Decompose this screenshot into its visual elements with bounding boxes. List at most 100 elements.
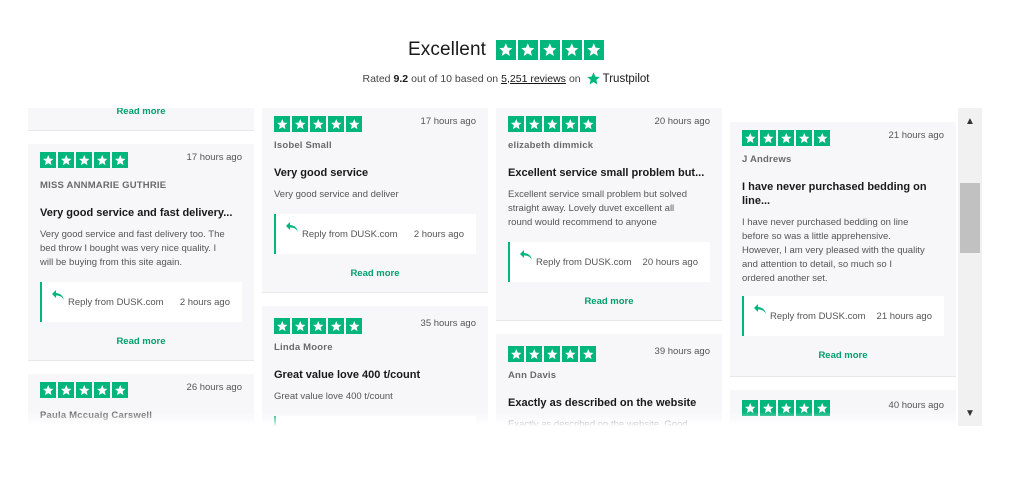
review-author: MISS ANNMARIE GUTHRIE <box>40 180 167 191</box>
star-icon <box>76 382 92 398</box>
review-time: 21 hours ago <box>888 130 944 141</box>
star-icon <box>310 318 326 334</box>
read-more-link[interactable]: Read more <box>262 268 488 279</box>
review-body-line: Very good service and deliver <box>274 189 399 200</box>
star-icon <box>328 116 344 132</box>
review-title[interactable]: Exactly as described on the website <box>508 396 710 410</box>
star-icon <box>274 318 290 334</box>
review-title[interactable]: I have never purchased bedding on line..… <box>742 180 944 208</box>
arrow-down-icon[interactable]: ▼ <box>958 402 982 424</box>
star-icon <box>328 318 344 334</box>
review-body-line: will be buying from this site again. <box>40 257 183 268</box>
company-reply: Reply from DUSK.com 2 hours ago <box>40 282 242 322</box>
star-icon <box>796 130 812 146</box>
reply-time: 21 hours ago <box>876 311 932 322</box>
score-suffix: out of 10 based on <box>411 72 499 85</box>
trustpilot-brand: Trustpilot <box>602 72 650 85</box>
rating-stars <box>496 39 604 60</box>
review-card: 17 hours ago Isobel Small Very good serv… <box>262 108 488 293</box>
review-body: I have never purchased bedding on line b… <box>742 216 944 286</box>
star-icon <box>292 116 308 132</box>
reply-arrow-icon <box>286 222 298 232</box>
review-body-line: Very good service and fast delivery too.… <box>40 229 225 240</box>
reviews-count-link[interactable]: 5,251 reviews <box>501 73 566 85</box>
company-reply: Reply from DUSK.com 21 hours ago <box>742 296 944 336</box>
rating-title: Excellent <box>408 38 486 60</box>
reply-arrow-icon <box>52 290 64 300</box>
star-icon <box>760 400 776 416</box>
star-icon <box>508 116 524 132</box>
review-author: Ann Davis <box>508 370 557 381</box>
star-icon <box>562 346 578 362</box>
star-icon <box>292 318 308 334</box>
star-icon <box>274 116 290 132</box>
rating-score: 9.2 <box>393 72 409 85</box>
star-icon <box>76 152 92 168</box>
star-icon <box>814 130 830 146</box>
review-card: Read more <box>28 108 254 131</box>
star-icon <box>778 130 794 146</box>
trustpilot-header: Excellent Rated 9.2 out of 10 based on 5… <box>0 37 1012 86</box>
reply-label: Reply from DUSK.com <box>68 297 164 308</box>
company-reply: Reply from DUSK.com 2 hours ago <box>274 214 476 254</box>
review-body: Great value love 400 t/count <box>274 390 476 404</box>
review-body-line: round would recommend to anyone <box>508 217 657 228</box>
star-icon <box>742 400 758 416</box>
review-author: elizabeth dimmick <box>508 140 594 151</box>
review-title[interactable]: Very good service <box>274 166 476 180</box>
review-time: 26 hours ago <box>186 382 242 393</box>
trustpilot-logo[interactable]: Trustpilot <box>586 71 650 86</box>
reply-time: 2 hours ago <box>179 297 230 308</box>
review-body-line: However, I am very pleased with the qual… <box>742 245 925 256</box>
review-title[interactable]: Great value love 400 t/count <box>274 368 476 382</box>
reply-time: 2 hours ago <box>413 229 464 240</box>
review-body-line: I have never purchased bedding on line <box>742 217 909 228</box>
review-card: 26 hours ago Paula Mccuaig Carswell <box>28 374 254 426</box>
review-author: Isobel Small <box>274 140 332 151</box>
review-author: Linda Moore <box>274 342 333 353</box>
star-icon <box>584 39 604 60</box>
read-more-link[interactable]: Read more <box>28 108 254 117</box>
trustpilot-star-icon <box>586 72 600 85</box>
rated-prefix: Rated <box>362 72 391 85</box>
review-author: J Andrews <box>742 154 792 165</box>
star-icon <box>112 152 128 168</box>
review-time: 40 hours ago <box>888 400 944 411</box>
review-body-line: Exactly as described on the website. Goo… <box>508 419 688 426</box>
arrow-up-icon[interactable]: ▲ <box>958 110 982 132</box>
reviews-carousel[interactable]: Read more 17 hours ago MISS ANNMARIE GUT… <box>28 108 982 426</box>
read-more-link[interactable]: Read more <box>496 296 722 307</box>
review-title-line: I have never purchased bedding on <box>742 181 927 193</box>
review-body-line: ordered another set. <box>742 273 828 284</box>
review-time: 17 hours ago <box>420 116 476 127</box>
read-more-link[interactable]: Read more <box>28 336 254 347</box>
review-title[interactable]: Excellent service small problem but... <box>508 166 710 180</box>
star-icon <box>580 346 596 362</box>
company-reply <box>274 416 476 426</box>
star-icon <box>94 382 110 398</box>
company-reply: Reply from DUSK.com 20 hours ago <box>508 242 710 282</box>
review-card: 35 hours ago Linda Moore Great value lov… <box>262 306 488 426</box>
review-card: 20 hours ago elizabeth dimmick Excellent… <box>496 108 722 321</box>
star-icon <box>518 39 538 60</box>
review-time: 35 hours ago <box>420 318 476 329</box>
star-icon <box>760 130 776 146</box>
reply-arrow-icon <box>520 250 532 260</box>
review-card: 21 hours ago J Andrews I have never purc… <box>730 122 956 377</box>
read-more-link[interactable]: Read more <box>730 350 956 361</box>
reply-label: Reply from DUSK.com <box>302 229 398 240</box>
star-icon <box>742 130 758 146</box>
review-card: 17 hours ago MISS ANNMARIE GUTHRIE Very … <box>28 144 254 361</box>
scrollbar[interactable]: ▲ ▼ <box>958 108 982 426</box>
review-stars <box>742 400 830 416</box>
star-icon <box>346 318 362 334</box>
star-icon <box>58 382 74 398</box>
review-title[interactable]: Very good service and fast delivery... <box>40 206 242 220</box>
on-text: on <box>568 72 581 85</box>
scrollbar-thumb[interactable] <box>960 183 980 253</box>
star-icon <box>544 346 560 362</box>
review-body-line: straight away. Lovely duvet excellent al… <box>508 203 675 214</box>
review-body-line: bed throw I bought was very nice quality… <box>40 243 217 254</box>
review-stars <box>508 116 596 132</box>
reply-arrow-icon <box>754 304 766 314</box>
